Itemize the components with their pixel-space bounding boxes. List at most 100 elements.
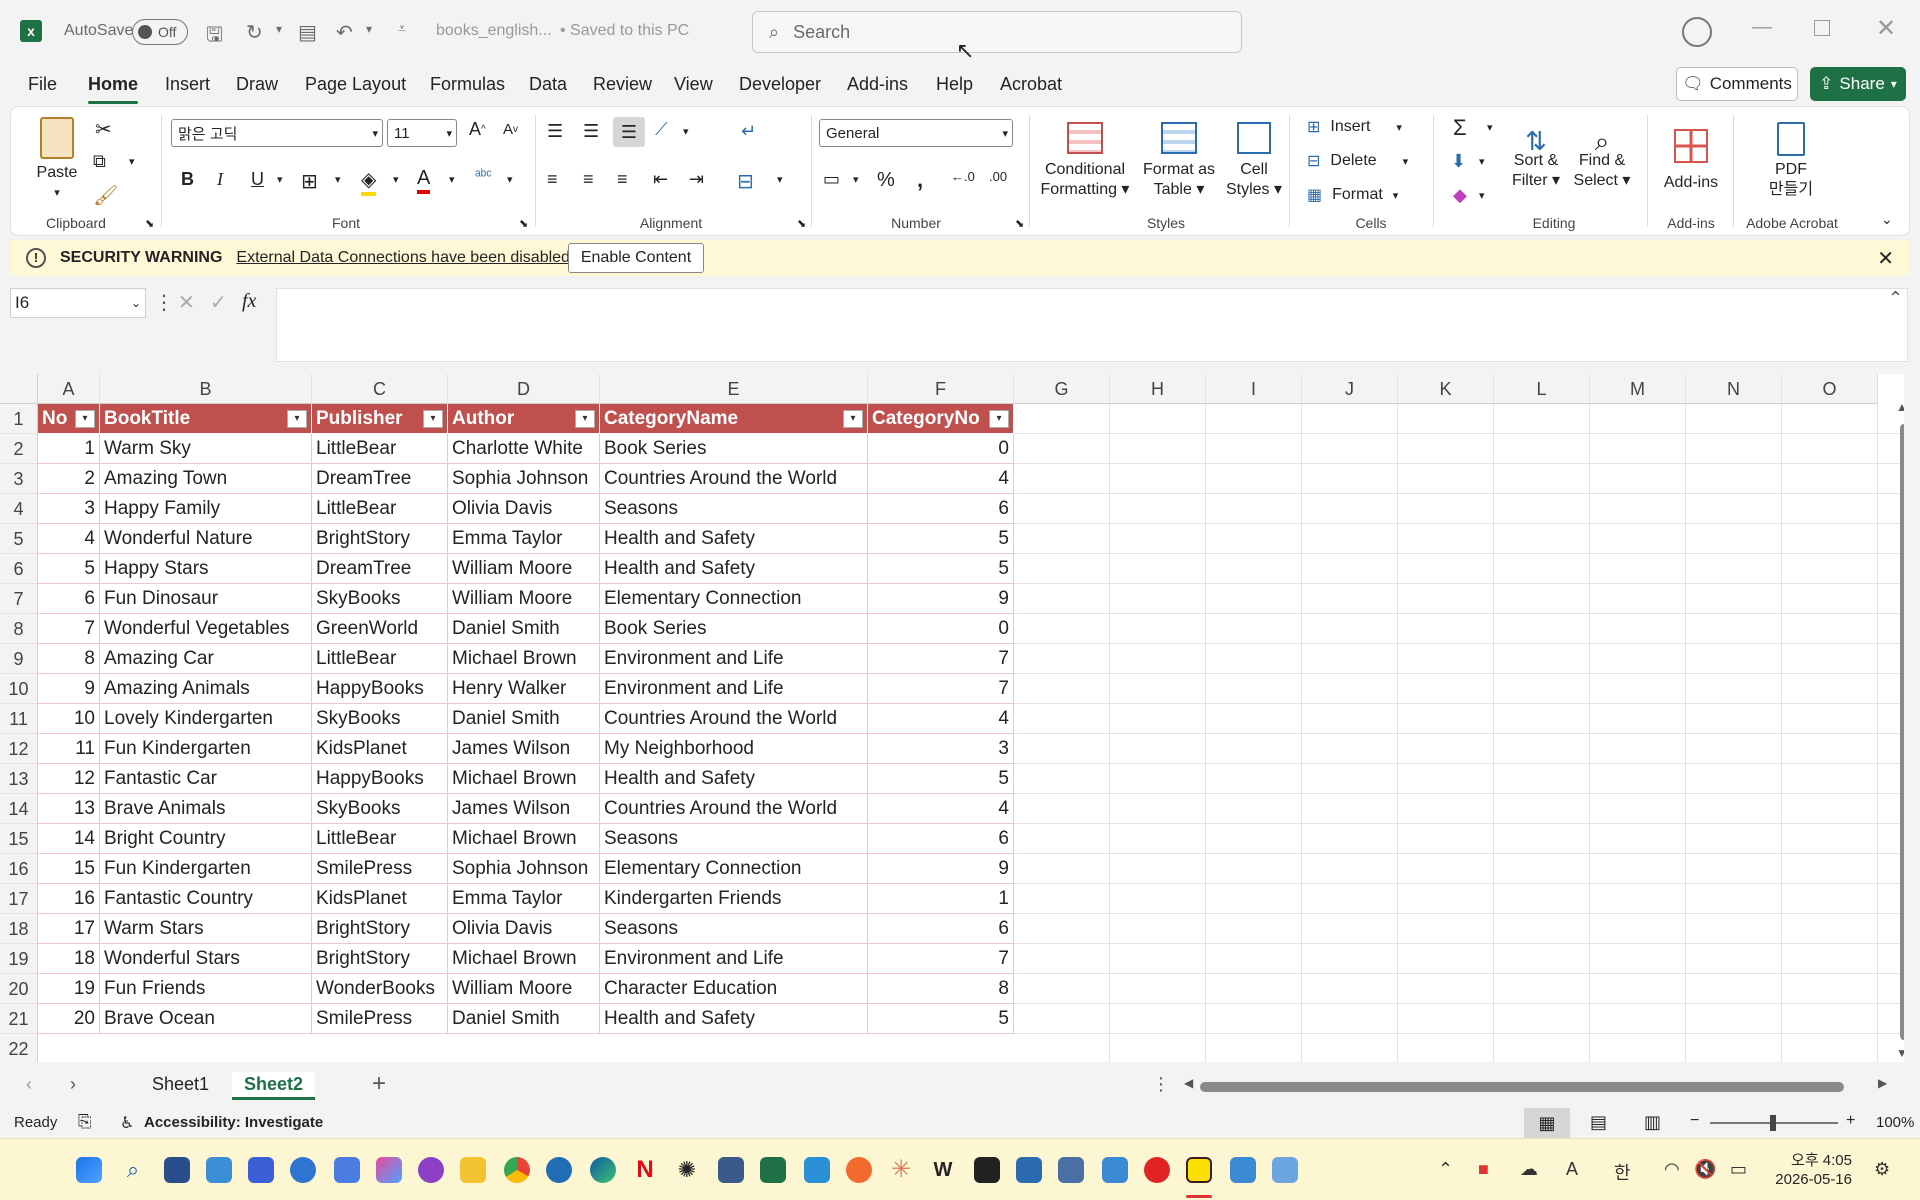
column-header-o[interactable]: O bbox=[1782, 374, 1878, 404]
row-header[interactable]: 2 bbox=[0, 434, 38, 464]
input-method-icon[interactable]: A bbox=[1566, 1159, 1578, 1180]
table-cell[interactable]: 15 bbox=[38, 854, 100, 884]
tab-add-ins[interactable]: Add-ins bbox=[847, 74, 908, 95]
table-cell[interactable]: 6 bbox=[38, 584, 100, 614]
chevron-down-icon[interactable]: ▾ bbox=[1479, 155, 1485, 168]
sheet-tab-sheet2[interactable]: Sheet2 bbox=[232, 1072, 316, 1100]
row-header[interactable]: 4 bbox=[0, 494, 38, 524]
table-header-cell[interactable]: BookTitle ▾ bbox=[100, 404, 312, 434]
row-header[interactable]: 7 bbox=[0, 584, 38, 614]
chevron-down-icon[interactable]: ▾ bbox=[1487, 121, 1493, 134]
table-cell[interactable]: Seasons bbox=[600, 494, 868, 524]
search-input[interactable]: ⌕ Search bbox=[752, 11, 1242, 53]
app-icon[interactable] bbox=[1230, 1157, 1256, 1183]
table-cell[interactable]: Daniel Smith bbox=[448, 614, 600, 644]
font-size-select[interactable]: 11 ▾ bbox=[387, 119, 457, 147]
search-icon[interactable]: ⌕ bbox=[120, 1157, 146, 1183]
expand-formula-bar-icon[interactable]: ⌃ bbox=[1888, 288, 1903, 309]
table-cell[interactable]: Sophia Johnson bbox=[448, 464, 600, 494]
align-middle-icon[interactable]: ☰ bbox=[583, 121, 599, 142]
align-center-icon[interactable]: ≡ bbox=[583, 169, 594, 190]
table-cell[interactable]: SkyBooks bbox=[312, 794, 448, 824]
battery-icon[interactable]: ▭ bbox=[1730, 1159, 1747, 1180]
close-icon[interactable]: ✕ bbox=[1876, 14, 1896, 43]
table-cell[interactable]: Bright Country bbox=[100, 824, 312, 854]
copilot-icon[interactable] bbox=[376, 1157, 402, 1183]
table-cell[interactable]: My Neighborhood bbox=[600, 734, 868, 764]
tab-acrobat[interactable]: Acrobat bbox=[1000, 74, 1062, 95]
table-cell[interactable]: 7 bbox=[868, 674, 1014, 704]
tab-view[interactable]: View bbox=[674, 74, 713, 95]
fill-icon[interactable]: ⬇ bbox=[1451, 151, 1466, 172]
table-cell[interactable]: 3 bbox=[868, 734, 1014, 764]
app-icon[interactable] bbox=[1102, 1157, 1128, 1183]
table-cell[interactable]: Charlotte White bbox=[448, 434, 600, 464]
table-cell[interactable]: Happy Family bbox=[100, 494, 312, 524]
show-hidden-icons-icon[interactable]: ⌃ bbox=[1438, 1159, 1453, 1180]
table-cell[interactable]: Lovely Kindergarten bbox=[100, 704, 312, 734]
column-header-m[interactable]: M bbox=[1590, 374, 1686, 404]
zoom-in-icon[interactable]: + bbox=[1846, 1112, 1855, 1130]
chevron-down-icon[interactable]: ▾ bbox=[276, 22, 282, 36]
vertical-scrollbar[interactable]: ▲ ▼ bbox=[1896, 400, 1904, 1060]
copy-icon[interactable]: ⧉ bbox=[93, 151, 106, 172]
chevron-down-icon[interactable]: ▾ bbox=[393, 173, 399, 186]
enable-content-button[interactable]: Enable Content bbox=[568, 243, 704, 273]
table-cell[interactable]: BrightStory bbox=[312, 524, 448, 554]
table-cell[interactable]: Fun Friends bbox=[100, 974, 312, 1004]
comma-style-icon[interactable]: , bbox=[917, 167, 923, 193]
table-cell[interactable]: Amazing Town bbox=[100, 464, 312, 494]
save-icon[interactable]: 🖫 bbox=[206, 20, 223, 54]
table-cell[interactable]: LittleBear bbox=[312, 434, 448, 464]
row-header[interactable]: 10 bbox=[0, 674, 38, 704]
table-cell[interactable]: Emma Taylor bbox=[448, 524, 600, 554]
tab-help[interactable]: Help bbox=[936, 74, 973, 95]
cell-mode-icon[interactable]: ⎘ bbox=[78, 1112, 92, 1132]
notification-icon[interactable]: ⚙ bbox=[1874, 1159, 1890, 1180]
scroll-tabs-left-icon[interactable]: ‹ bbox=[26, 1074, 32, 1095]
table-cell[interactable]: Olivia Davis bbox=[448, 494, 600, 524]
scroll-up-icon[interactable]: ▲ bbox=[1896, 400, 1904, 414]
table-cell[interactable]: SkyBooks bbox=[312, 704, 448, 734]
minimize-icon[interactable]: — bbox=[1752, 16, 1772, 39]
delete-cells-button[interactable]: ⊟ Delete ▾ bbox=[1307, 151, 1408, 171]
table-cell[interactable]: James Wilson bbox=[448, 794, 600, 824]
app-icon[interactable] bbox=[1016, 1157, 1042, 1183]
more-options-icon[interactable]: ⋮ bbox=[1152, 1074, 1170, 1095]
table-cell[interactable]: Character Education bbox=[600, 974, 868, 1004]
row-header[interactable]: 18 bbox=[0, 914, 38, 944]
app-icon[interactable] bbox=[1058, 1157, 1084, 1183]
table-cell[interactable]: Daniel Smith bbox=[448, 1004, 600, 1034]
sheet-tab-sheet1[interactable]: Sheet1 bbox=[140, 1072, 221, 1097]
edge-icon[interactable] bbox=[590, 1157, 616, 1183]
customize-toolbar-icon[interactable]: ⩡ bbox=[398, 20, 406, 37]
chevron-down-icon[interactable]: ▾ bbox=[366, 22, 372, 36]
row-header[interactable]: 20 bbox=[0, 974, 38, 1004]
app-icon[interactable] bbox=[290, 1157, 316, 1183]
table-cell[interactable]: Olivia Davis bbox=[448, 914, 600, 944]
column-header-a[interactable]: A bbox=[38, 374, 100, 404]
table-cell[interactable]: 12 bbox=[38, 764, 100, 794]
accessibility-status[interactable]: Accessibility: Investigate bbox=[144, 1114, 323, 1131]
zoom-slider-handle[interactable] bbox=[1770, 1115, 1776, 1131]
app-icon[interactable] bbox=[164, 1157, 190, 1183]
table-cell[interactable]: James Wilson bbox=[448, 734, 600, 764]
dialog-launcher-icon[interactable]: ⬊ bbox=[519, 217, 528, 230]
table-cell[interactable]: 7 bbox=[38, 614, 100, 644]
row-header[interactable]: 15 bbox=[0, 824, 38, 854]
filter-dropdown-icon[interactable]: ▾ bbox=[287, 410, 307, 428]
row-header[interactable]: 17 bbox=[0, 884, 38, 914]
ime-indicator[interactable]: 한 bbox=[1614, 1159, 1631, 1185]
table-cell[interactable]: Health and Safety bbox=[600, 554, 868, 584]
clock-time[interactable]: 오후 4:05 bbox=[1772, 1149, 1852, 1170]
table-cell[interactable]: 5 bbox=[868, 1004, 1014, 1034]
security-warning-link[interactable]: External Data Connections have been disa… bbox=[236, 249, 570, 267]
table-cell[interactable]: Fantastic Country bbox=[100, 884, 312, 914]
app-icon[interactable] bbox=[206, 1157, 232, 1183]
table-cell[interactable]: LittleBear bbox=[312, 824, 448, 854]
vscode-icon[interactable] bbox=[804, 1157, 830, 1183]
row-header[interactable]: 8 bbox=[0, 614, 38, 644]
table-cell[interactable]: 5 bbox=[868, 764, 1014, 794]
select-all-corner[interactable] bbox=[0, 374, 38, 404]
table-cell[interactable]: Kindergarten Friends bbox=[600, 884, 868, 914]
